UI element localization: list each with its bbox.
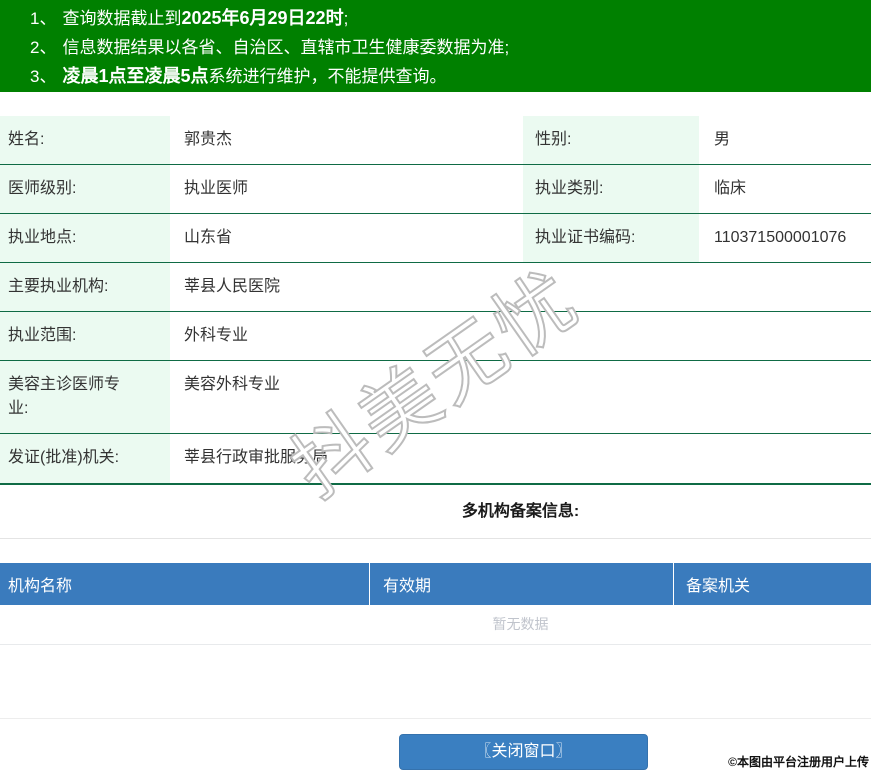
field-value-practice-scope: 外科专业 [184,327,249,344]
info-row: 姓名: 郭贵杰 性别: 男 [0,116,871,165]
doctor-info-table: 姓名: 郭贵杰 性别: 男 医师级别: 执业医师 执业类别: 临床 执业地点: … [0,116,871,485]
info-row: 执业范围: 外科专业 [0,312,871,361]
field-label-issuing-authority: 发证(批准)机关: [0,434,170,483]
info-row: 发证(批准)机关: 莘县行政审批服务局 [0,434,871,485]
records-column-header-filing-authority: 备案机关 [686,578,751,595]
notice-text: 查询数据截止到 [62,9,182,28]
info-row: 美容主诊医师专业: 美容外科专业 [0,361,871,434]
notice-text: 信息数据结果以各省、自治区、直辖市卫生健康委数据为准 [62,38,505,57]
info-row: 医师级别: 执业医师 执业类别: 临床 [0,165,871,214]
field-label-practice-scope: 执业范围: [0,312,170,360]
notice-line: 1、 查询数据截止到2025年6月29日22时; [30,4,871,33]
field-label-doctor-level: 医师级别: [0,165,170,213]
notice-punct: ; [504,38,510,57]
field-label-certificate-number: 执业证书编码: [523,214,699,262]
section-title: 多机构备案信息: [461,503,580,520]
field-value-cosmetic-specialty: 美容外科专业 [184,376,281,393]
field-value-gender: 男 [714,131,731,148]
section-title-row: 多机构备案信息: [0,485,871,539]
field-label-practice-location: 执业地点: [0,214,170,262]
notice-banner: 1、 查询数据截止到2025年6月29日22时; 2、 信息数据结果以各省、自治区、… [0,0,871,92]
notice-line: 2、 信息数据结果以各省、自治区、直辖市卫生健康委数据为准; [30,33,871,62]
notice-bold-text: 凌晨1点至凌晨5点 [62,66,209,86]
field-value-issuing-authority: 莘县行政审批服务局 [184,449,329,466]
field-value-name: 郭贵杰 [184,131,233,148]
records-column-header-institution: 机构名称 [0,563,370,605]
records-column-header-validity: 有效期 [370,563,674,605]
upload-attribution-note: ©本图由平台注册用户上传 [728,755,869,769]
field-label-practice-category: 执业类别: [523,165,699,213]
records-body-spacer [0,645,871,719]
field-value-practice-category: 临床 [714,180,747,197]
notice-number: 1、 [30,9,57,28]
footer: 〖关闭窗口〗 ©本图由平台注册用户上传 [0,719,871,772]
notice-number: 2、 [30,38,57,57]
field-value-certificate-number: 110371500001076 [714,229,847,246]
field-label-cosmetic-specialty: 美容主诊医师专业: [0,361,170,433]
field-label-name: 姓名: [0,116,170,164]
notice-bold-text: 2025年6月29日22时 [181,8,344,28]
records-empty-state: 暂无数据 [0,605,871,645]
records-table-header: 机构名称 有效期 备案机关 [0,563,871,605]
notice-line: 3、 凌晨1点至凌晨5点系统进行维护，不能提供查询。 [30,62,871,91]
notice-punct: 系统进行维护，不能提供查询。 [208,67,447,86]
info-row: 执业地点: 山东省 执业证书编码: 110371500001076 [0,214,871,263]
notice-punct: ; [343,9,349,28]
close-window-button[interactable]: 〖关闭窗口〗 [399,734,648,770]
info-row: 主要执业机构: 莘县人民医院 [0,263,871,312]
field-value-doctor-level: 执业医师 [184,180,249,197]
notice-number: 3、 [30,67,57,86]
field-value-main-institution: 莘县人民医院 [184,278,281,295]
field-value-practice-location: 山东省 [184,229,233,246]
field-label-gender: 性别: [523,116,699,164]
field-label-main-institution: 主要执业机构: [0,263,170,311]
